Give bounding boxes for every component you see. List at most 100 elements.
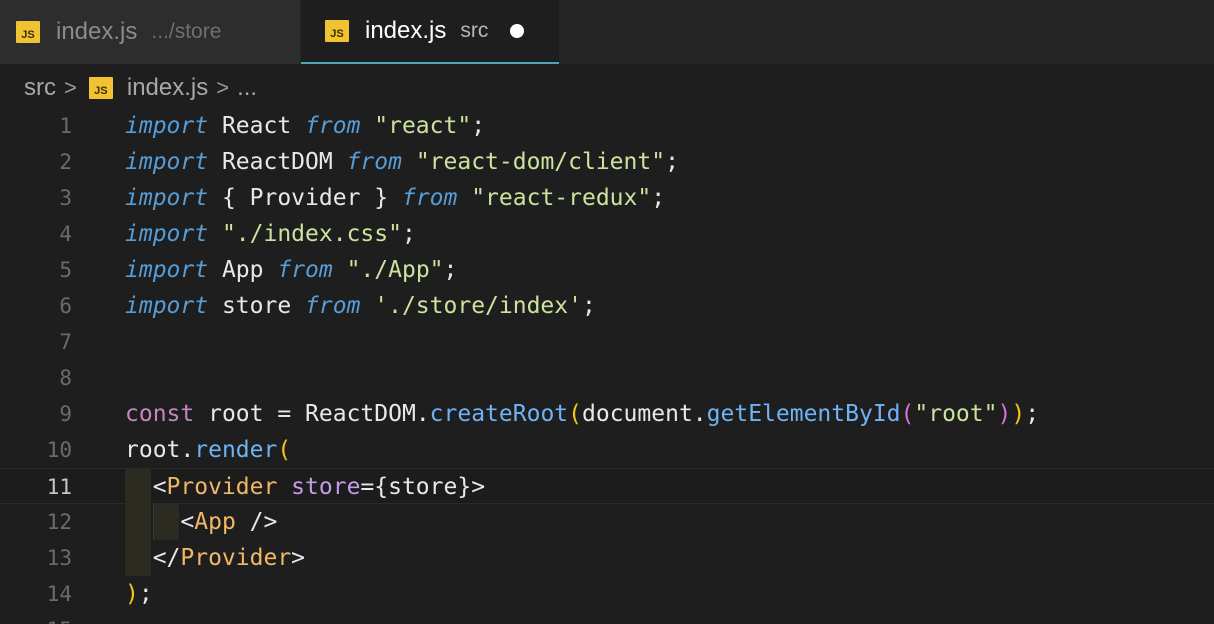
code-text: import ReactDOM from "react-dom/client"; [125,144,679,180]
code-token: "react-dom/client" [401,149,666,175]
line-number: 4 [59,222,72,246]
line-number: 6 [59,294,72,318]
code-token: import [125,149,209,175]
code-line[interactable]: 13 </Provider> [0,540,1214,576]
code-text: import App from "./App"; [125,252,457,288]
code-line[interactable]: 7 [0,324,1214,360]
breadcrumb-file[interactable]: index.js [127,74,208,102]
line-number: 11 [46,475,72,499]
code-token: ) [1011,401,1026,427]
code-token: Provider [180,545,292,571]
code-token: render [194,437,278,463]
code-line[interactable]: 14); [0,576,1214,612]
line-number: 13 [46,546,72,570]
code-text: root.render( [125,432,291,468]
tab-path: .../store [151,20,222,43]
code-line[interactable]: 15 [0,612,1214,624]
code-token: /> [235,509,278,535]
code-token: ) [997,401,1012,427]
code-token: ( [277,437,292,463]
code-token: "react-redux" [457,185,652,211]
code-line[interactable]: 5 import App from "./App"; [0,252,1214,288]
chevron-right-icon: > [216,75,230,100]
code-text: import store from './store/index'; [125,288,596,324]
code-token: ( [568,401,583,427]
code-line[interactable]: 10 root.render( [0,432,1214,468]
breadcrumb-folder[interactable]: src [24,74,56,102]
code-token: . [692,401,707,427]
code-token: ; [471,113,486,139]
code-token: ( [900,401,915,427]
code-token: ; [651,185,666,211]
code-token: < [125,474,167,500]
chevron-right-icon: > [64,75,77,100]
code-token: store [208,293,306,319]
code-line[interactable]: 1 import React from "react"; [0,108,1214,144]
code-text: import React from "react"; [125,108,485,144]
code-token: root = ReactDOM [194,401,416,427]
code-text: import { Provider } from "react-redux"; [125,180,665,216]
code-token: "./App" [332,257,444,283]
code-line[interactable]: 6 import store from './store/index'; [0,288,1214,324]
code-text: </Provider> [125,540,305,576]
code-text: ); [125,576,153,612]
code-token: import [125,221,209,247]
code-token: from [346,149,402,175]
line-number: 14 [46,582,72,606]
tab-src-index-js[interactable]: JS index.js src [301,0,559,64]
code-token: } [360,185,402,211]
code-text: <App /> [125,504,277,540]
code-token: ; [443,257,458,283]
unsaved-dot-icon[interactable] [510,24,525,38]
code-line[interactable]: 2 import ReactDOM from "react-dom/client"… [0,144,1214,180]
breadcrumb: src > JS index.js > ... [24,70,257,106]
code-token: "react" [360,113,472,139]
line-number: 2 [59,150,72,174]
code-line[interactable]: 11 <Provider store={store}> [0,468,1214,505]
code-token: . [415,401,430,427]
code-token: ; [581,293,596,319]
code-token: ; [1025,401,1040,427]
code-token: root [125,437,181,463]
code-token: getElementById [706,401,901,427]
code-token: ={store}> [360,474,486,500]
code-token: < [125,509,195,535]
line-number: 5 [59,258,72,282]
code-editor[interactable]: 1 import React from "react"; 2 import React… [0,108,1214,624]
code-token: > [291,545,306,571]
line-number: 1 [59,114,72,138]
js-file-icon: JS [325,20,349,42]
code-text: <Provider store={store}> [125,469,485,505]
code-line[interactable]: 9 const root = ReactDOM.createRoot(docume… [0,396,1214,432]
code-line[interactable]: 12 <App /> [0,504,1214,540]
code-text: const root = ReactDOM.createRoot(documen… [125,396,1039,432]
code-token: from [305,113,361,139]
code-line[interactable]: 3 import { Provider } from "react-redux"; [0,180,1214,216]
code-line[interactable]: 8 [0,360,1214,396]
js-file-icon: JS [88,77,113,99]
code-token: ) [125,581,139,607]
code-token: ; [665,149,679,175]
code-text: import "./index.css"; [125,216,416,252]
line-number: 8 [59,366,72,390]
code-token: Provider [249,185,361,211]
code-token: . [180,437,195,463]
code-token: from [401,185,458,211]
line-number: 10 [46,438,72,462]
code-token: App [208,257,278,283]
code-line[interactable]: 4 import "./index.css"; [0,216,1214,252]
code-token: "root" [914,401,998,427]
breadcrumb-more[interactable]: ... [237,74,257,102]
code-token: </ [125,545,181,571]
code-token: import [125,257,209,283]
tab-store-index-js[interactable]: JS index.js .../store [0,0,300,64]
code-token: const [125,401,195,427]
code-token: store [277,474,361,500]
line-number: 3 [59,186,72,210]
code-token: createRoot [429,401,569,427]
code-token: "./index.css" [208,221,402,247]
code-token: React [208,113,306,139]
tab-filename: index.js [365,17,447,44]
tab-filename: index.js [56,18,138,45]
code-token: ; [138,581,153,607]
